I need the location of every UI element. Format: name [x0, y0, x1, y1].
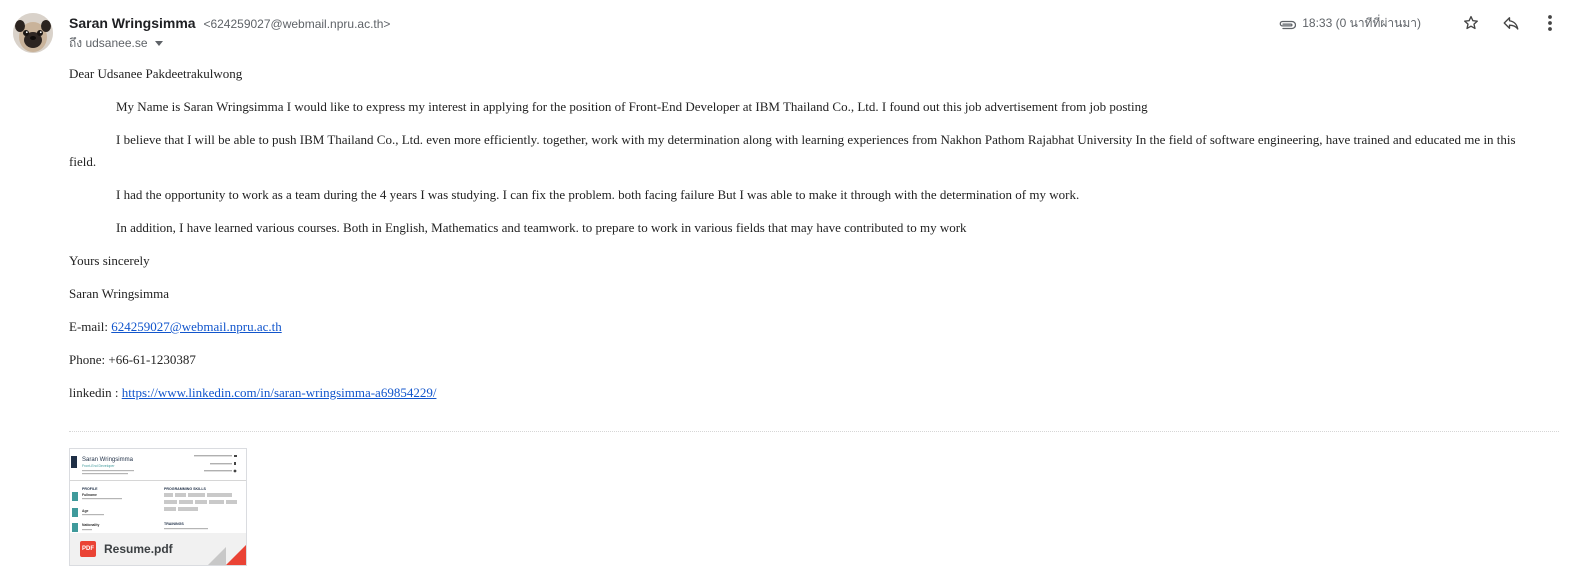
paperclip-icon — [1279, 20, 1297, 29]
signature-name: Saran Wringsimma — [69, 286, 169, 301]
preview-skills-heading: PROGRAMMING SKILLS — [164, 487, 207, 491]
closing: Yours sincerely — [69, 253, 150, 268]
message-meta: 18:33 (0 นาทีที่ผ่านมา) — [1278, 14, 1421, 33]
preview-field: Fullname — [82, 493, 97, 497]
resume-preview: Saran Wringsimma Front-End Developer PRO… — [70, 455, 246, 532]
recipient-text: ถึง udsanee.se — [69, 36, 148, 50]
linkedin-link[interactable]: https://www.linkedin.com/in/saran-wrings… — [122, 385, 437, 400]
pdf-icon: PDF — [80, 541, 96, 557]
avatar[interactable] — [13, 13, 53, 53]
body-paragraph: My Name is Saran Wringsimma I would like… — [116, 99, 1148, 114]
more-vert-icon — [1548, 15, 1552, 31]
preview-field: Age — [82, 509, 89, 513]
body-paragraph: In addition, I have learned various cour… — [116, 220, 967, 235]
timestamp: 18:33 (0 นาทีที่ผ่านมา) — [1302, 16, 1421, 30]
sender-email: <624259027@webmail.npru.ac.th> — [203, 17, 391, 31]
email-link[interactable]: 624259027@webmail.npru.ac.th — [111, 319, 281, 334]
more-options-button[interactable] — [1540, 12, 1560, 34]
attachment-thumbnail[interactable]: Saran Wringsimma Front-End Developer PRO… — [70, 449, 246, 533]
attachment-filename: Resume.pdf — [104, 542, 173, 556]
sender-name[interactable]: Saran Wringsimma — [69, 15, 196, 31]
body-paragraph: I believe that I will be able to push IB… — [69, 132, 1516, 169]
star-button[interactable] — [1461, 12, 1481, 34]
chevron-down-icon[interactable] — [154, 41, 163, 46]
preview-profile-heading: PROFILE — [82, 487, 98, 491]
signature-linkedin-line: linkedin : https://www.linkedin.com/in/s… — [69, 382, 1529, 404]
preview-name: Saran Wringsimma — [82, 457, 134, 463]
signature-email-line: E-mail: 624259027@webmail.npru.ac.th — [69, 316, 1529, 338]
preview-trainings-heading: TRAININGS — [164, 522, 184, 526]
sender-line: Saran Wringsimma <624259027@webmail.npru… — [69, 14, 390, 33]
greeting: Dear Udsanee Pakdeetrakulwong — [69, 66, 243, 81]
email-body: Dear Udsanee Pakdeetrakulwong My Name is… — [69, 63, 1529, 415]
email-label: E-mail: — [69, 319, 112, 334]
pug-avatar-image — [13, 13, 53, 53]
attachments-divider — [69, 431, 1559, 432]
preview-field: Nationality — [82, 523, 99, 527]
pdf-badge-text: PDF — [82, 546, 94, 552]
page-fold-icon — [208, 545, 246, 565]
signature-phone: Phone: +66-61-1230387 — [69, 352, 196, 367]
recipient-line[interactable]: ถึง udsanee.se — [69, 35, 163, 51]
reply-button[interactable] — [1501, 12, 1521, 34]
linkedin-label: linkedin : — [69, 385, 122, 400]
attachment-card[interactable]: Saran Wringsimma Front-End Developer PRO… — [69, 448, 247, 566]
body-paragraph: I had the opportunity to work as a team … — [116, 187, 1080, 202]
preview-role: Front-End Developer — [82, 464, 115, 468]
star-icon — [1464, 15, 1478, 30]
reply-icon — [1503, 17, 1519, 30]
